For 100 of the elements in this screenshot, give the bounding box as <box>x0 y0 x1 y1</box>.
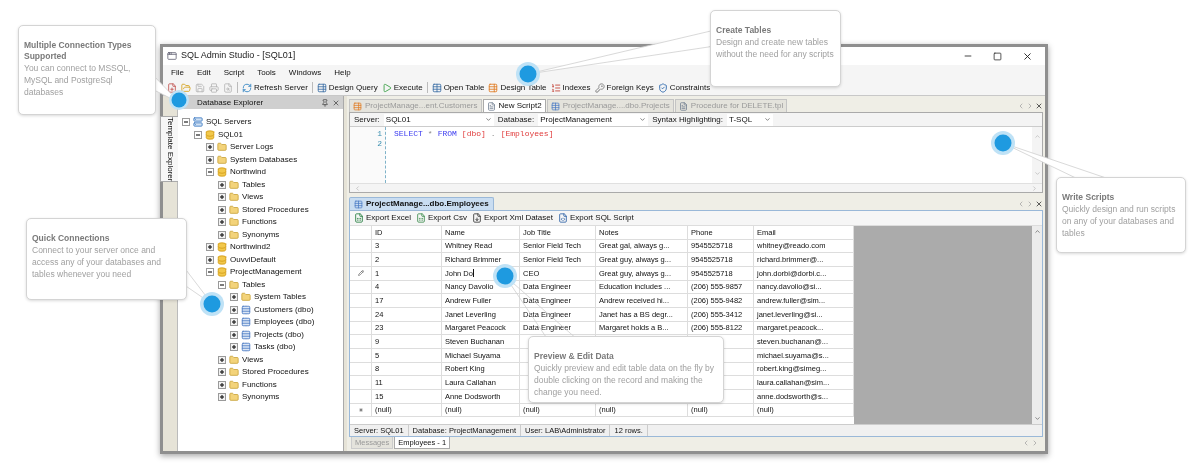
toolbar-button[interactable]: Indexes <box>550 81 591 94</box>
expand-icon[interactable] <box>218 193 226 202</box>
menu-item[interactable]: Script <box>223 66 245 79</box>
expand-icon[interactable] <box>218 218 226 227</box>
expand-icon[interactable] <box>218 230 226 239</box>
server-dropdown[interactable]: SQL01 <box>383 113 494 126</box>
export-button[interactable]: Export Csv <box>415 212 468 224</box>
expand-icon[interactable] <box>206 143 214 152</box>
collapse-icon[interactable] <box>182 118 190 127</box>
results-tab[interactable]: ProjectManage...dbo.Employees <box>349 197 494 210</box>
maximize-icon[interactable] <box>993 51 1002 61</box>
scroll-left-icon[interactable] <box>1017 200 1025 208</box>
toolbar-button[interactable]: Refresh Server <box>242 81 308 94</box>
tree-item[interactable]: Northwind <box>230 166 266 179</box>
scroll-down-icon[interactable] <box>1033 415 1041 422</box>
toolbar-button[interactable]: Constraints <box>657 81 711 94</box>
toolbar-button[interactable]: Open Table <box>431 81 485 94</box>
expand-icon[interactable] <box>218 205 226 214</box>
collapse-icon[interactable] <box>206 268 214 277</box>
menu-item[interactable]: File <box>171 66 184 79</box>
tree-item[interactable]: Customers (dbo) <box>254 303 314 316</box>
tree-item[interactable]: Projects (dbo) <box>254 328 304 341</box>
toolbar-button[interactable]: Design Table <box>488 81 547 94</box>
menu-item[interactable]: Windows <box>288 66 322 79</box>
callout-text: Connect to your server once and access any of your databases and tables whenever you need <box>32 244 162 280</box>
code-editor[interactable]: SELECT * FROM [dbo] . [Employees] <box>386 127 1032 183</box>
tree-item[interactable]: SQL Servers <box>206 116 252 129</box>
close-icon[interactable] <box>1022 50 1033 62</box>
callout-title: Create Tables <box>716 25 773 36</box>
tree-item[interactable]: Synonyms <box>242 228 280 241</box>
menu-item[interactable]: Help <box>334 66 351 79</box>
tree-item[interactable]: OuvviDefault <box>230 253 276 266</box>
tree-item[interactable]: Tasks (dbo) <box>254 341 296 354</box>
menu-item[interactable]: Edit <box>196 66 211 79</box>
table-icon <box>241 304 251 315</box>
expand-icon[interactable] <box>230 343 238 352</box>
expand-icon[interactable] <box>218 180 226 189</box>
tree-item[interactable]: Employees (dbo) <box>254 316 315 329</box>
close-icon[interactable] <box>1035 102 1043 110</box>
file-download-icon <box>472 213 483 223</box>
document-tab[interactable]: New Script2 <box>482 99 546 112</box>
tree-item[interactable]: System Databases <box>230 153 298 166</box>
expand-icon[interactable] <box>218 368 226 377</box>
scroll-left-icon[interactable] <box>1017 102 1025 110</box>
tree-item[interactable]: Views <box>242 191 264 204</box>
spreadsheet-icon <box>415 213 426 223</box>
scroll-right-icon[interactable] <box>1031 439 1039 447</box>
tree-item[interactable]: Functions <box>242 216 277 229</box>
database-icon <box>217 267 227 278</box>
tree-item[interactable]: Views <box>242 353 264 366</box>
pin-icon[interactable] <box>321 98 329 107</box>
tree-item[interactable]: Northwind2 <box>230 241 271 254</box>
database-dropdown[interactable]: ProjectManagement <box>538 113 649 126</box>
folder-icon <box>229 192 239 203</box>
tree-item[interactable]: SQL01 <box>218 128 243 141</box>
folder-icon <box>229 354 239 365</box>
collapse-icon[interactable] <box>194 130 202 139</box>
toolbar-button[interactable]: Design Query <box>316 81 378 94</box>
collapse-icon[interactable] <box>206 168 214 177</box>
menu-item[interactable]: Tools <box>257 66 276 79</box>
toolbar-button[interactable]: Execute <box>381 81 423 94</box>
table-icon <box>431 82 442 93</box>
tree-item[interactable]: ProjectManagement <box>230 266 302 279</box>
expand-icon[interactable] <box>230 305 238 314</box>
tree-item[interactable]: Stored Procedures <box>242 203 309 216</box>
hotspot-marker <box>169 90 189 110</box>
export-button[interactable]: Export SQL Script <box>557 212 634 224</box>
table-icon <box>488 82 499 93</box>
caret-icon <box>484 116 492 123</box>
tree-item[interactable]: Tables <box>242 178 266 191</box>
tree-item[interactable]: Synonyms <box>242 391 280 404</box>
expand-icon[interactable] <box>218 393 226 402</box>
vertical-scrollbar[interactable] <box>1032 226 1042 424</box>
expand-icon[interactable] <box>206 243 214 252</box>
tree-item[interactable]: System Tables <box>254 291 306 304</box>
expand-icon[interactable] <box>230 318 238 327</box>
callout-text: Quickly preview and edit table data on the fly by double clicking on the record and making the change you need. <box>534 362 716 398</box>
tree-item[interactable]: Tables <box>242 278 266 291</box>
scroll-left-icon[interactable] <box>1022 439 1030 447</box>
scroll-up-icon[interactable] <box>1033 228 1041 235</box>
tree-item[interactable]: Server Logs <box>230 141 274 154</box>
export-button[interactable]: Export Xml Dataset <box>472 212 553 224</box>
table-icon <box>354 199 363 209</box>
expand-icon[interactable] <box>218 355 226 364</box>
side-tab[interactable]: Template Explorer <box>160 116 180 183</box>
expand-icon[interactable] <box>230 293 238 302</box>
spreadsheet-icon <box>354 213 364 223</box>
tree-item[interactable]: Stored Procedures <box>242 366 309 379</box>
toolbar-button[interactable]: Foreign Keys <box>594 81 654 94</box>
expand-icon[interactable] <box>218 380 226 389</box>
tree-item[interactable]: Functions <box>242 378 277 391</box>
syntax-dropdown[interactable]: T-SQL <box>727 113 773 126</box>
callout-title: Write Scripts <box>1062 192 1116 203</box>
collapse-icon[interactable] <box>218 280 226 289</box>
expand-icon[interactable] <box>230 330 238 339</box>
close-icon[interactable] <box>1035 200 1043 208</box>
export-button[interactable]: Export Excel <box>354 212 411 224</box>
expand-icon[interactable] <box>206 255 214 264</box>
table-icon <box>241 342 251 353</box>
expand-icon[interactable] <box>206 155 214 164</box>
